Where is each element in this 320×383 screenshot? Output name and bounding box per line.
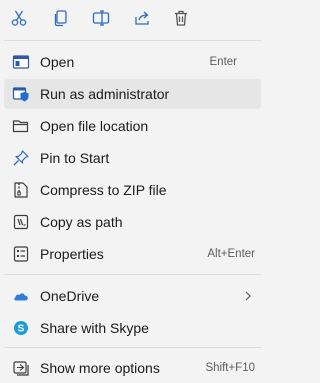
share-icon — [135, 11, 149, 25]
cut-button[interactable] — [7, 6, 31, 30]
menu-item-share-with-skype[interactable]: S Share with Skype — [4, 313, 261, 343]
properties-icon — [12, 245, 30, 263]
menu-item-label: Run as administrator — [40, 86, 170, 102]
shortcut-text: Enter — [209, 56, 238, 68]
menu-item-label: Properties — [40, 246, 104, 262]
menu-item-onedrive[interactable]: OneDrive — [4, 281, 261, 311]
menu-item-copy-as-path[interactable]: Copy as path — [4, 207, 261, 237]
svg-text:S: S — [18, 324, 25, 335]
app-window-icon — [12, 53, 30, 71]
menu-item-properties[interactable]: Properties Alt+Enter — [4, 239, 261, 269]
menu-item-label: OneDrive — [40, 288, 100, 304]
quick-actions-toolbar — [0, 0, 265, 38]
menu-item-run-as-administrator[interactable]: Run as administrator — [4, 79, 261, 109]
copy-button[interactable] — [49, 6, 73, 30]
delete-button[interactable] — [169, 6, 193, 30]
menu-item-label: Share with Skype — [40, 320, 149, 336]
rename-button[interactable] — [89, 6, 113, 30]
menu-item-label: Open — [40, 54, 75, 70]
folder-icon — [12, 117, 30, 135]
menu-item-label: Show more options — [40, 360, 160, 376]
shortcut-text: Shift+F10 — [205, 362, 255, 374]
menu-item-label: Copy as path — [40, 214, 123, 230]
context-menu: Open Enter Run as administrator Open fil… — [0, 0, 265, 383]
menu-item-open-file-location[interactable]: Open file location — [4, 111, 261, 141]
pin-icon — [12, 149, 30, 167]
separator — [4, 347, 261, 348]
menu-item-compress-zip[interactable]: Compress to ZIP file — [4, 175, 261, 205]
separator — [4, 40, 261, 41]
shortcut-text: Alt+Enter — [207, 248, 255, 260]
share-button[interactable] — [130, 6, 154, 30]
delete-icon — [175, 10, 187, 26]
rename-icon — [92, 10, 110, 26]
shield-icon — [12, 85, 30, 103]
cut-icon — [11, 10, 27, 26]
menu-item-pin-to-start[interactable]: Pin to Start — [4, 143, 261, 173]
menu-item-label: Compress to ZIP file — [40, 182, 167, 198]
chevron-right-icon — [245, 291, 251, 301]
show-more-icon — [12, 359, 30, 377]
menu-item-label: Open file location — [40, 118, 149, 134]
onedrive-icon — [12, 287, 30, 305]
menu-item-show-more-options[interactable]: Show more options Shift+F10 — [4, 353, 261, 383]
menu-item-label: Pin to Start — [40, 150, 110, 166]
zip-icon — [12, 181, 30, 199]
copy-path-icon — [12, 213, 30, 231]
skype-icon: S — [12, 319, 30, 337]
copy-icon — [54, 10, 67, 27]
separator — [4, 274, 261, 275]
menu-item-open[interactable]: Open Enter — [4, 47, 261, 77]
